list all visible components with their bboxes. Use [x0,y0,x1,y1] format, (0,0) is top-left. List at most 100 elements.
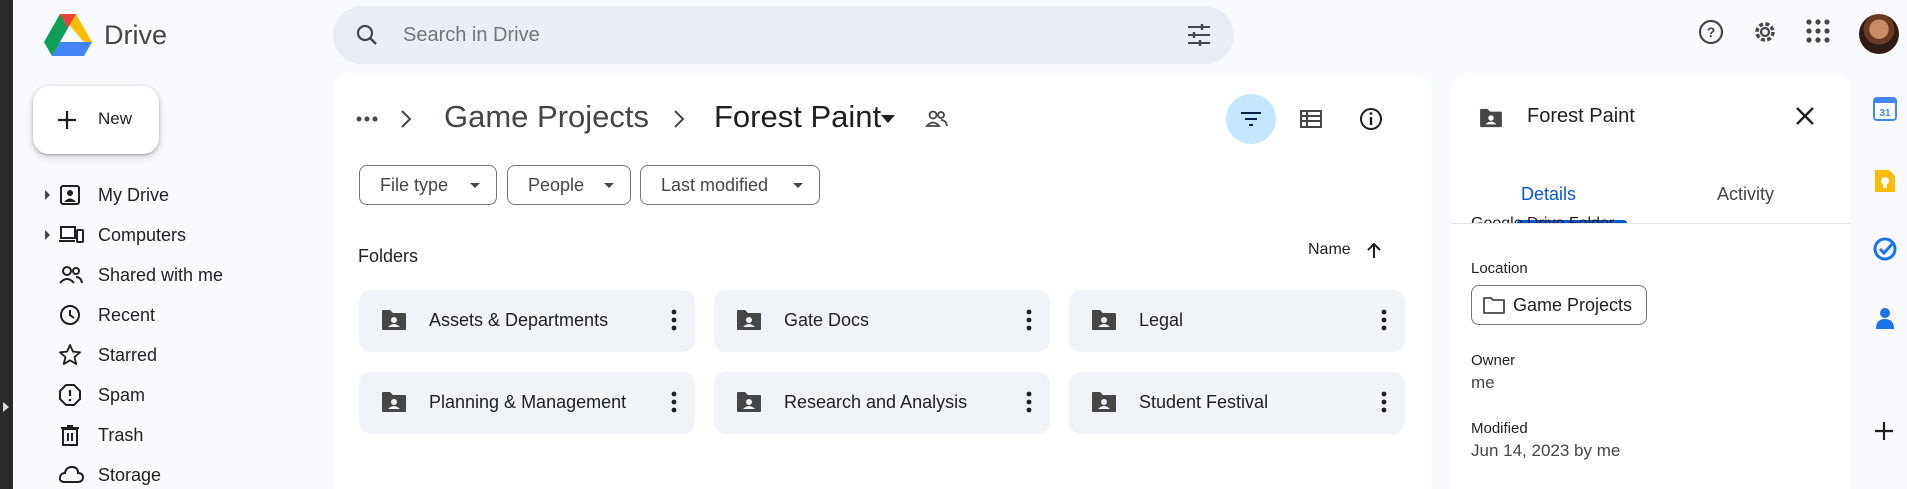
filter-label: People [528,174,585,195]
filter-icon [1241,112,1261,126]
folder-name: Gate Docs [784,310,870,330]
more-vertical-icon[interactable] [1026,391,1032,413]
folder-name: Research and Analysis [784,392,968,412]
folder-card[interactable]: Research and Analysis [714,372,1050,434]
shared-folder-icon [1092,310,1116,330]
folder-card[interactable]: Gate Docs [714,290,1050,352]
tab-details[interactable]: Details [1521,184,1576,205]
nav-label: Trash [98,425,144,445]
nav-label: Spam [98,385,146,405]
arrow-up-icon[interactable] [1365,241,1383,259]
more-horizontal-icon[interactable] [355,115,379,123]
more-vertical-icon[interactable] [1381,309,1387,331]
list-view-button[interactable] [1286,94,1336,144]
more-vertical-icon[interactable] [1026,309,1032,331]
calendar-icon[interactable]: 31 [1873,97,1897,121]
drive-logo[interactable]: Drive [44,14,167,56]
search-icon[interactable] [355,23,379,47]
expand-caret-icon[interactable] [45,230,50,240]
details-panel: Forest Paint Details Activity Google Dri… [1451,75,1851,489]
location-chip[interactable]: Game Projects [1471,285,1647,325]
nav-item-spam[interactable]: Spam [40,375,330,415]
folders-heading: Folders [358,246,419,266]
keep-icon[interactable] [1873,168,1897,194]
shared-folder-icon [1092,392,1116,412]
info-icon [1360,108,1382,130]
new-button-label: New [98,109,133,128]
location-value: Game Projects [1513,294,1633,315]
nav-item-starred[interactable]: Starred [40,335,330,375]
breadcrumb-current[interactable]: Forest Paint [714,99,881,135]
folder-card[interactable]: Student Festival [1069,372,1405,434]
tab-activity[interactable]: Activity [1717,184,1774,205]
location-label: Location [1471,260,1528,277]
people-icon [59,266,83,284]
filter-last-modified[interactable]: Last modified [640,165,820,205]
filter-toggle-button[interactable] [1226,94,1276,144]
folder-name: Legal [1139,310,1184,330]
more-vertical-icon[interactable] [671,391,677,413]
contacts-icon[interactable] [1873,306,1897,330]
nav-item-computers[interactable]: Computers [40,215,330,255]
folder-card[interactable]: Legal [1069,290,1405,352]
help-icon[interactable]: ? [1697,18,1725,46]
sort-control[interactable]: Name [1308,241,1383,259]
svg-text:?: ? [1707,24,1716,40]
sort-label[interactable]: Name [1308,241,1351,259]
more-vertical-icon[interactable] [671,309,677,331]
chevron-right-icon [674,110,685,128]
expand-caret-icon[interactable] [45,190,50,200]
folder-card[interactable]: Assets & Departments [359,290,695,352]
shared-folder-icon [1480,108,1502,128]
main-content: Game Projects Forest Paint File type Peo… [333,75,1431,489]
dropdown-arrow-icon [793,183,803,188]
filter-people[interactable]: People [507,165,631,205]
settings-icon[interactable] [1751,18,1779,46]
dropdown-arrow-icon [604,183,614,188]
nav-item-recent[interactable]: Recent [40,295,330,335]
list-view-icon [1300,110,1322,128]
nav-label: My Drive [98,185,169,205]
modified-label: Modified [1471,420,1528,437]
tasks-icon[interactable] [1873,237,1897,261]
nav-item-storage[interactable]: Storage [40,455,330,489]
my-drive-icon [60,185,80,205]
add-app-icon[interactable] [1873,420,1895,442]
search-input[interactable] [403,6,1103,64]
star-icon [59,344,81,365]
shared-folder-icon [737,392,761,412]
trash-icon [61,425,79,446]
window-edge [0,0,13,489]
chevron-right-icon [401,110,412,128]
plus-icon [58,111,76,129]
close-icon[interactable] [1794,105,1816,127]
drive-logo-icon [44,14,92,56]
filter-file-type[interactable]: File type [359,165,497,205]
folder-card[interactable]: Planning & Management [359,372,695,434]
apps-grid-icon[interactable] [1805,18,1831,44]
breadcrumb-parent[interactable]: Game Projects [444,99,649,135]
dropdown-arrow-icon[interactable] [881,115,895,123]
clock-icon [60,305,80,325]
scroll-mask [1451,223,1851,233]
view-details-button[interactable] [1346,94,1396,144]
nav-item-trash[interactable]: Trash [40,415,330,455]
cloud-icon [58,465,84,483]
tab-divider [1451,223,1851,224]
nav-label: Storage [98,465,162,485]
shared-folder-people-icon[interactable] [925,108,949,130]
nav-item-shared-with-me[interactable]: Shared with me [40,255,330,295]
expand-arrow-icon[interactable] [3,402,9,412]
nav-item-my-drive[interactable]: My Drive [40,175,330,215]
new-button[interactable]: New [33,86,159,154]
folder-name: Assets & Departments [429,310,609,330]
spam-icon [59,384,81,406]
side-apps-bar: 31 [1868,0,1907,489]
folder-outline-icon [1483,297,1505,314]
search-options-icon[interactable] [1186,23,1212,47]
nav-label: Computers [98,225,187,245]
computers-icon [59,226,84,243]
search-bar[interactable] [333,6,1234,64]
more-vertical-icon[interactable] [1381,391,1387,413]
owner-value: me [1471,373,1495,392]
